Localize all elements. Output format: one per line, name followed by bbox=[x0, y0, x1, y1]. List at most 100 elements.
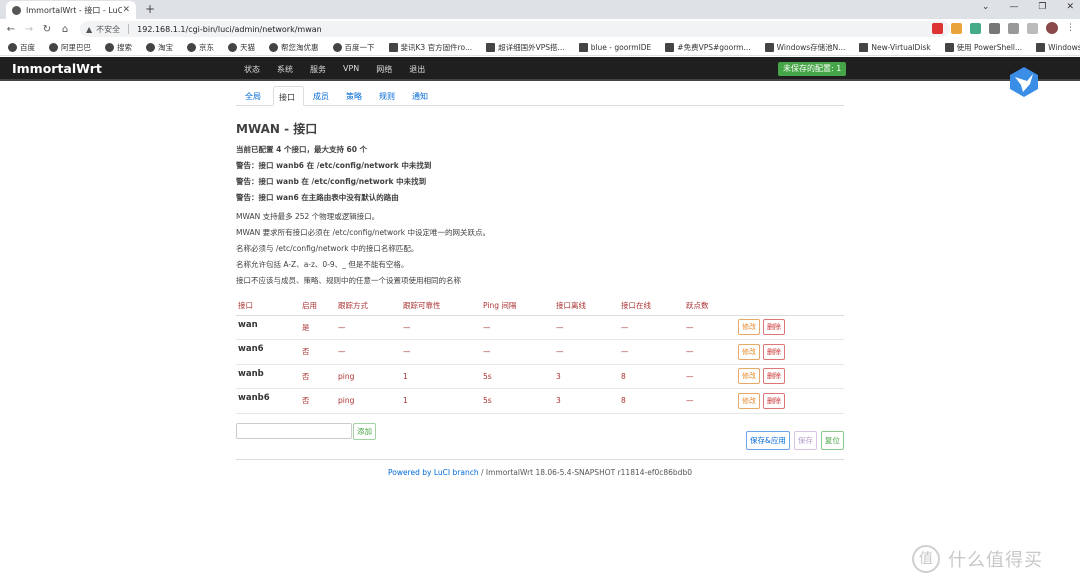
edit-button[interactable]: 修改 bbox=[738, 343, 760, 360]
cell-up: 8 bbox=[619, 364, 684, 389]
luci-header: ImmortalWrt 状态 系统 服务 VPN 网络 退出 未保存的配置: 1 bbox=[0, 57, 1080, 81]
subtabs: 全局 接口 成员 策略 规则 通知 bbox=[236, 86, 844, 106]
nav-network[interactable]: 网络 bbox=[376, 64, 392, 75]
restore-icon[interactable]: ❐ bbox=[1038, 2, 1046, 12]
cell-metric: — bbox=[684, 315, 736, 340]
bookmark-item[interactable]: New-VirtualDisk bbox=[859, 42, 931, 52]
main-content: 全局 接口 成员 策略 规则 通知 MWAN - 接口 当前已配置 4 个接口，… bbox=[236, 86, 844, 440]
tab-rules[interactable]: 规则 bbox=[374, 86, 403, 105]
menu-icon[interactable]: ⋮ bbox=[1066, 22, 1075, 34]
puzzle-icon[interactable] bbox=[989, 22, 1000, 34]
bookmark-item[interactable]: 阿里巴巴 bbox=[49, 42, 91, 53]
tab-interfaces[interactable]: 接口 bbox=[273, 86, 304, 106]
bookmark-item[interactable]: 搜索 bbox=[105, 42, 132, 53]
new-tab-icon[interactable]: + bbox=[145, 2, 155, 16]
description: MWAN 支持最多 252 个物理或逻辑接口。 MWAN 要求所有接口必须在 /… bbox=[236, 211, 844, 286]
edit-button[interactable]: 修改 bbox=[738, 392, 760, 409]
back-icon[interactable]: ← bbox=[4, 24, 18, 35]
reload-icon[interactable]: ↻ bbox=[40, 24, 54, 35]
bookmark-item[interactable]: 百度 bbox=[8, 42, 35, 53]
column-header: 接口在线 bbox=[619, 297, 684, 316]
url-text[interactable]: 192.168.1.1/cgi-bin/luci/admin/network/m… bbox=[137, 25, 322, 34]
save-apply-button[interactable]: 保存&应用 bbox=[746, 431, 790, 450]
table-row: wan 是 — — — — — — 修改 删除 bbox=[236, 315, 844, 340]
tab-members[interactable]: 成员 bbox=[308, 86, 337, 105]
delete-button[interactable]: 删除 bbox=[763, 343, 785, 360]
bookmark-label: 百度一下 bbox=[344, 42, 375, 52]
bookmark-label: 帮您淘优惠 bbox=[281, 42, 319, 52]
bookmark-item[interactable]: blue - goormIDE bbox=[578, 42, 651, 52]
cell-down: 3 bbox=[554, 388, 619, 414]
unsaved-changes-badge[interactable]: 未保存的配置: 1 bbox=[778, 62, 847, 76]
address-bar[interactable]: ▲ 不安全 192.168.1.1/cgi-bin/luci/admin/net… bbox=[80, 21, 950, 37]
close-window-icon[interactable]: ✕ bbox=[1066, 2, 1074, 12]
brand-logo[interactable]: ImmortalWrt bbox=[12, 61, 102, 76]
extension-icon[interactable] bbox=[932, 22, 943, 34]
chevron-down-icon[interactable]: ⌄ bbox=[982, 2, 990, 12]
bookmark-label: 搜索 bbox=[117, 42, 132, 52]
add-button[interactable]: 添加 bbox=[353, 422, 376, 440]
column-header: 跃点数 bbox=[684, 297, 736, 316]
cell-down: — bbox=[554, 339, 619, 365]
bookmark-icon bbox=[49, 42, 58, 52]
reset-button[interactable]: 复位 bbox=[820, 431, 844, 450]
bookmark-item[interactable]: 帮您淘优惠 bbox=[269, 42, 319, 53]
close-tab-icon[interactable]: ✕ bbox=[122, 5, 130, 15]
forward-icon[interactable]: → bbox=[22, 24, 36, 35]
nav-vpn[interactable]: VPN bbox=[343, 64, 359, 75]
bookmark-icon bbox=[187, 42, 196, 52]
cell-track: — bbox=[336, 315, 401, 340]
cell-metric: — bbox=[684, 364, 736, 389]
nav-logout[interactable]: 退出 bbox=[409, 64, 425, 75]
description-line: MWAN 支持最多 252 个物理或逻辑接口。 bbox=[236, 212, 380, 221]
tab-title: ImmortalWrt - 接口 - LuCI bbox=[26, 5, 123, 15]
reading-list-icon[interactable] bbox=[1008, 22, 1019, 34]
luci-link[interactable]: Powered by LuCI branch bbox=[388, 468, 479, 477]
cell-reliability: — bbox=[401, 315, 481, 340]
bookmark-icon bbox=[578, 42, 588, 52]
cell-reliability: 1 bbox=[401, 388, 481, 414]
sidebar-icon[interactable] bbox=[1027, 22, 1038, 34]
bookmark-item[interactable]: 天猫 bbox=[228, 42, 255, 53]
edit-button[interactable]: 修改 bbox=[738, 319, 760, 336]
bookmark-item[interactable]: 超详细国外VPS搭... bbox=[486, 42, 565, 53]
bookmark-item[interactable]: 淘宝 bbox=[146, 42, 173, 53]
bookmark-icon bbox=[1036, 42, 1046, 52]
extension-icon[interactable] bbox=[951, 22, 962, 34]
bookmark-item[interactable]: 斐讯K3 官方固件ro... bbox=[388, 42, 472, 53]
delete-button[interactable]: 删除 bbox=[763, 319, 785, 336]
bookmark-label: New-VirtualDisk bbox=[871, 42, 931, 52]
divider bbox=[128, 24, 130, 34]
tab-policies[interactable]: 策略 bbox=[341, 86, 370, 105]
divider bbox=[236, 459, 844, 460]
new-interface-input[interactable] bbox=[236, 423, 352, 439]
browser-tab[interactable]: ImmortalWrt - 接口 - LuCI ✕ bbox=[6, 1, 136, 19]
extension-icon[interactable] bbox=[970, 22, 981, 34]
tab-global[interactable]: 全局 bbox=[240, 86, 269, 105]
nav-system[interactable]: 系统 bbox=[277, 64, 293, 75]
edit-button[interactable]: 修改 bbox=[738, 368, 760, 385]
nav-services[interactable]: 服务 bbox=[310, 64, 326, 75]
profile-avatar[interactable] bbox=[1046, 22, 1058, 34]
row-actions: 修改 删除 bbox=[736, 364, 844, 389]
bookmark-item[interactable]: 京东 bbox=[187, 42, 214, 53]
bookmark-label: 使用 PowerShell... bbox=[956, 42, 1023, 52]
delete-button[interactable]: 删除 bbox=[763, 392, 785, 409]
bookmark-item[interactable]: 百度一下 bbox=[332, 42, 375, 53]
bookmark-item[interactable]: Windows 10 May... bbox=[1036, 42, 1080, 52]
bookmark-icon bbox=[269, 42, 278, 52]
minimize-icon[interactable]: — bbox=[1009, 2, 1018, 12]
cell-metric: — bbox=[684, 339, 736, 365]
bookmark-item[interactable]: #免费VPS#goorm... bbox=[665, 42, 751, 53]
home-icon[interactable]: ⌂ bbox=[58, 24, 72, 35]
description-line: 接口不应该与成员、策略、规则中的任意一个设置项使用相同的名称 bbox=[236, 276, 461, 285]
bookmark-label: Windows存储池N... bbox=[776, 42, 846, 52]
tab-notify[interactable]: 通知 bbox=[407, 86, 436, 105]
nav-status[interactable]: 状态 bbox=[244, 64, 260, 75]
bookmark-item[interactable]: Windows存储池N... bbox=[764, 42, 846, 53]
bookmark-icon bbox=[228, 42, 237, 52]
bookmark-item[interactable]: 使用 PowerShell... bbox=[944, 42, 1023, 53]
save-button[interactable]: 保存 bbox=[793, 431, 817, 450]
delete-button[interactable]: 删除 bbox=[763, 368, 785, 385]
main-nav: 状态 系统 服务 VPN 网络 退出 bbox=[244, 64, 425, 75]
